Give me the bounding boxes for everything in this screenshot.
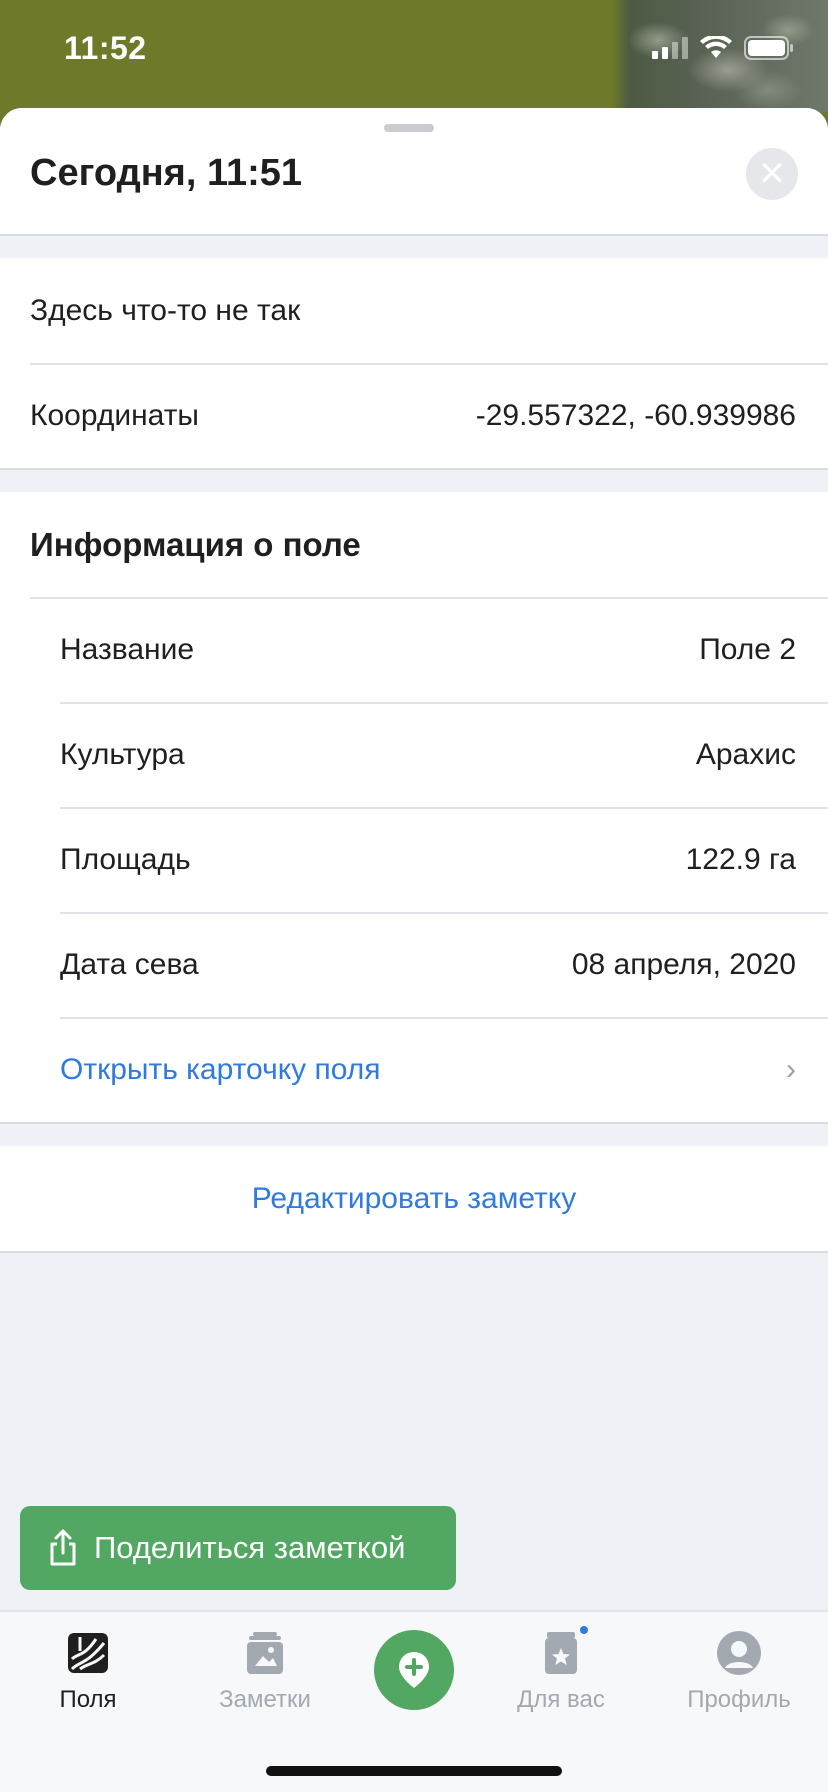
notification-badge [578,1624,590,1636]
profile-icon [716,1630,762,1676]
tab-fields-label: Поля [59,1686,117,1713]
field-sowing-date-row: Дата сева 08 апреля, 2020 [0,912,828,1017]
status-icons [652,36,794,60]
coordinates-value: -29.557322, -60.939986 [475,398,796,432]
coordinates-label: Координаты [30,398,199,432]
chevron-right-icon: › [786,1052,796,1086]
notes-icon [242,1630,288,1676]
share-icon [50,1529,76,1566]
open-field-card-label: Открыть карточку поля [60,1052,381,1086]
field-sowing-date-value: 08 апреля, 2020 [571,947,796,981]
status-bar: 11:52 [0,0,828,112]
field-crop-row: Культура Арахис [0,702,828,807]
home-indicator [266,1766,562,1776]
field-name-row: Название Поле 2 [0,597,828,702]
field-sowing-date-label: Дата сева [60,947,199,981]
tab-notes-label: Заметки [219,1686,311,1713]
close-button[interactable]: ✕ [746,148,798,200]
wifi-icon [700,36,732,58]
field-area-value: 122.9 га [685,842,796,876]
share-note-button[interactable]: Поделиться заметкой [20,1506,456,1590]
tab-fields[interactable]: Поля [13,1630,163,1714]
field-area-label: Площадь [60,842,191,876]
add-note-button[interactable] [374,1630,454,1710]
edit-note-button[interactable]: Редактировать заметку [0,1146,828,1251]
note-text-row: Здесь что-то не так [0,258,828,363]
drag-handle[interactable] [384,124,434,132]
screen: 11:52 Сегодня, 11:51 ✕ Здесь что-то не т… [0,0,828,1792]
tab-bar: Поля Заметки Для вас Профиль [0,1610,828,1792]
edit-note-label: Редактировать заметку [251,1181,577,1215]
field-crop-value: Арахис [695,737,796,771]
tab-notes[interactable]: Заметки [190,1630,340,1714]
field-info-section: Информация о поле Название Поле 2 Культу… [0,492,828,1124]
status-time: 11:52 [64,30,147,66]
coordinates-row: Координаты -29.557322, -60.939986 [0,363,828,468]
battery-icon [744,36,793,60]
tab-for-you-label: Для вас [517,1686,605,1713]
note-details: Здесь что-то не так Координаты -29.55732… [0,258,828,470]
edit-note-section: Редактировать заметку [0,1146,828,1253]
close-icon: ✕ [757,155,787,193]
field-name-value: Поле 2 [699,632,796,666]
fields-icon [65,1630,111,1676]
field-area-row: Площадь 122.9 га [0,807,828,912]
for-you-icon [538,1624,590,1676]
add-note-icon [399,1652,429,1688]
sheet-header: Сегодня, 11:51 ✕ [0,108,828,236]
tab-profile[interactable]: Профиль [664,1630,814,1714]
tab-for-you[interactable]: Для вас [486,1624,636,1714]
field-crop-label: Культура [60,737,185,771]
cellular-signal-icon [652,37,688,59]
field-name-label: Название [60,632,195,666]
open-field-card-link[interactable]: Открыть карточку поля › [0,1017,828,1122]
sheet-title: Сегодня, 11:51 [30,152,303,194]
tab-profile-label: Профиль [687,1686,791,1713]
field-info-header: Информация о поле [0,492,828,597]
note-text: Здесь что-то не так [30,293,301,327]
share-note-label: Поделиться заметкой [94,1530,406,1565]
field-info-title: Информация о поле [30,525,361,563]
